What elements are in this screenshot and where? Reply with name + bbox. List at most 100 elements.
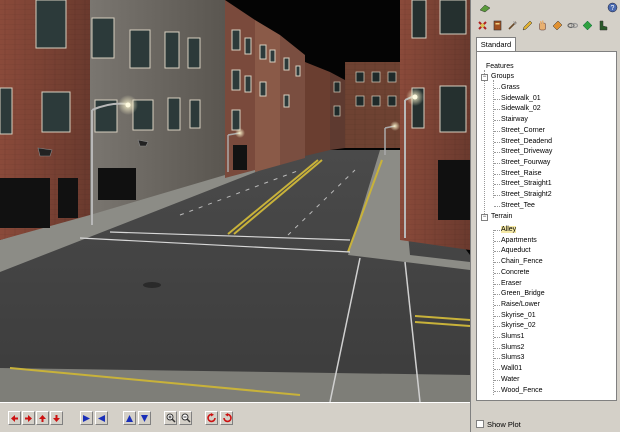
tree-root-features[interactable]: Features (486, 62, 514, 72)
tree-item-label: Sidewalk_02 (501, 105, 541, 113)
tree-item-label: Street_Tee (501, 201, 535, 209)
zoom-in-icon (166, 413, 176, 423)
tree-item-stairway[interactable]: Stairway (501, 115, 528, 125)
tilt-up-icon (126, 414, 133, 422)
tree-item-label: Concrete (501, 268, 530, 276)
tree-item-street-straight1[interactable]: Street_Straight1 (501, 179, 552, 189)
tree-node-groups[interactable]: Groups (491, 72, 514, 82)
tree-item-green-bridge[interactable]: Green_Bridge (501, 289, 545, 299)
zoom-in-button[interactable] (164, 411, 177, 425)
navigation-toolbar (0, 402, 470, 432)
link-tool-icon[interactable] (567, 20, 578, 31)
palette-toolbar (471, 17, 620, 35)
tab-standard[interactable]: Standard (476, 37, 516, 51)
rotate-left-button[interactable] (80, 411, 93, 425)
tree-item-slums2[interactable]: Slums2 (501, 343, 524, 353)
groups-expander[interactable]: − (481, 74, 488, 81)
terrain-label: Terrain (491, 213, 513, 220)
tree-item-label: Eraser (501, 279, 522, 287)
rotate-right-button[interactable] (95, 411, 108, 425)
city-scene (0, 0, 470, 402)
zoom-out-button[interactable] (179, 411, 192, 425)
tree-item-label: Street_Raise (501, 169, 542, 177)
tree-item-street-deadend[interactable]: Street_Deadend (501, 137, 552, 147)
rotate-ccw-icon (222, 413, 232, 423)
move-up-button[interactable] (36, 411, 49, 425)
tree-item-street-tee[interactable]: Street_Tee (501, 201, 535, 211)
rotate-ccw-button[interactable] (220, 411, 233, 425)
tree-item-label: Wood_Fence (501, 386, 543, 394)
tree-item-label: Street_Deadend (501, 137, 552, 145)
tree-item-label: Street_Straight1 (501, 180, 552, 188)
pencil-tool-icon[interactable] (522, 20, 533, 31)
tree-item-label: Street_Fourway (501, 158, 551, 166)
pan-right-button[interactable] (22, 411, 35, 425)
tree-item-label: Green_Bridge (501, 290, 545, 298)
tilt-down-icon (141, 414, 148, 422)
tree-item-concrete[interactable]: Concrete (501, 268, 529, 278)
tree-item-label: Slums2 (501, 343, 525, 351)
zoom-out-icon (181, 413, 191, 423)
tilt-down-button[interactable] (138, 411, 151, 425)
tree-item-label: Slums1 (501, 333, 525, 340)
dropper-tool-icon[interactable] (552, 20, 563, 31)
move-up-icon (39, 414, 46, 422)
pan-left-button[interactable] (8, 411, 21, 425)
gem-tool-icon[interactable] (582, 20, 593, 31)
tree-item-raise-lower[interactable]: Raise/Lower (501, 300, 540, 310)
tree-item-street-fourway[interactable]: Street_Fourway (501, 158, 550, 168)
tree-item-sidewalk-02[interactable]: Sidewalk_02 (501, 104, 541, 114)
tree-item-chain-fence[interactable]: Chain_Fence (501, 257, 543, 267)
tree-item-street-driveway[interactable]: Street_Driveway (501, 147, 552, 157)
terrain-expander[interactable]: − (481, 214, 488, 221)
boot-tool-icon[interactable] (597, 20, 608, 31)
tree-node-terrain[interactable]: Terrain (491, 212, 512, 222)
tilt-up-button[interactable] (123, 411, 136, 425)
tree-item-label: Sidewalk_01 (501, 94, 541, 102)
pan-left-icon (11, 414, 18, 422)
tree-item-water[interactable]: Water (501, 375, 519, 385)
rotate-right-icon (98, 414, 105, 422)
tree-item-label: Raise/Lower (501, 300, 540, 308)
feature-tree: Features − Groups Grass Sidewalk_01 Sidewa… (476, 51, 617, 401)
groups-label: Groups (491, 73, 514, 80)
tree-item-label: Alley (501, 226, 517, 233)
tree-item-label: Street_Driveway (501, 148, 553, 156)
axe-tool-icon[interactable] (507, 20, 518, 31)
tree-item-wall01[interactable]: Wall01 (501, 364, 522, 374)
tree-item-grass[interactable]: Grass (501, 83, 520, 93)
tree-item-street-straight2[interactable]: Street_Straight2 (501, 190, 552, 200)
tree-item-slums3[interactable]: Slums3 (501, 353, 524, 363)
tree-item-alley[interactable]: Alley (501, 225, 517, 235)
tree-item-skyrise-02[interactable]: Skyrise_02 (501, 321, 536, 331)
tree-item-label: Stairway (501, 116, 528, 124)
feature-palette-panel: ? Standard Features − Groups Grass Sidew… (470, 0, 620, 432)
tree-item-eraser[interactable]: Eraser (501, 279, 522, 289)
tree-item-apartments[interactable]: Apartments (501, 236, 537, 246)
pan-right-icon (25, 414, 32, 422)
rotate-cw-button[interactable] (205, 411, 218, 425)
hand-tool-icon[interactable] (537, 20, 548, 31)
tree-item-slums1[interactable]: Slums1 (501, 332, 524, 342)
rotate-left-icon (83, 414, 90, 422)
tree-item-skyrise-01[interactable]: Skyrise_01 (501, 311, 536, 321)
rotate-cw-icon (206, 413, 216, 423)
eraser-top-icon[interactable] (479, 3, 491, 13)
book-tool-icon[interactable] (492, 20, 503, 31)
tree-item-street-corner[interactable]: Street_Corner (501, 126, 545, 136)
tree-item-aqueduct[interactable]: Aqueduct (501, 246, 531, 256)
tree-item-label: Water (501, 375, 520, 383)
show-plot-box[interactable] (476, 420, 484, 428)
move-down-button[interactable] (50, 411, 63, 425)
tree-item-label: Grass (501, 84, 520, 91)
tree-item-street-raise[interactable]: Street_Raise (501, 169, 541, 179)
tree-item-sidewalk-01[interactable]: Sidewalk_01 (501, 94, 541, 104)
tree-root-label: Features (486, 63, 514, 70)
show-plot-checkbox[interactable]: Show Plot (476, 418, 521, 430)
3d-viewport[interactable] (0, 0, 470, 402)
help-icon[interactable]: ? (607, 2, 618, 13)
show-plot-label: Show Plot (487, 419, 521, 429)
eraser-tool-icon[interactable] (477, 20, 488, 31)
tree-item-wood-fence[interactable]: Wood_Fence (501, 386, 543, 396)
tree-item-label: Slums3 (501, 354, 525, 362)
